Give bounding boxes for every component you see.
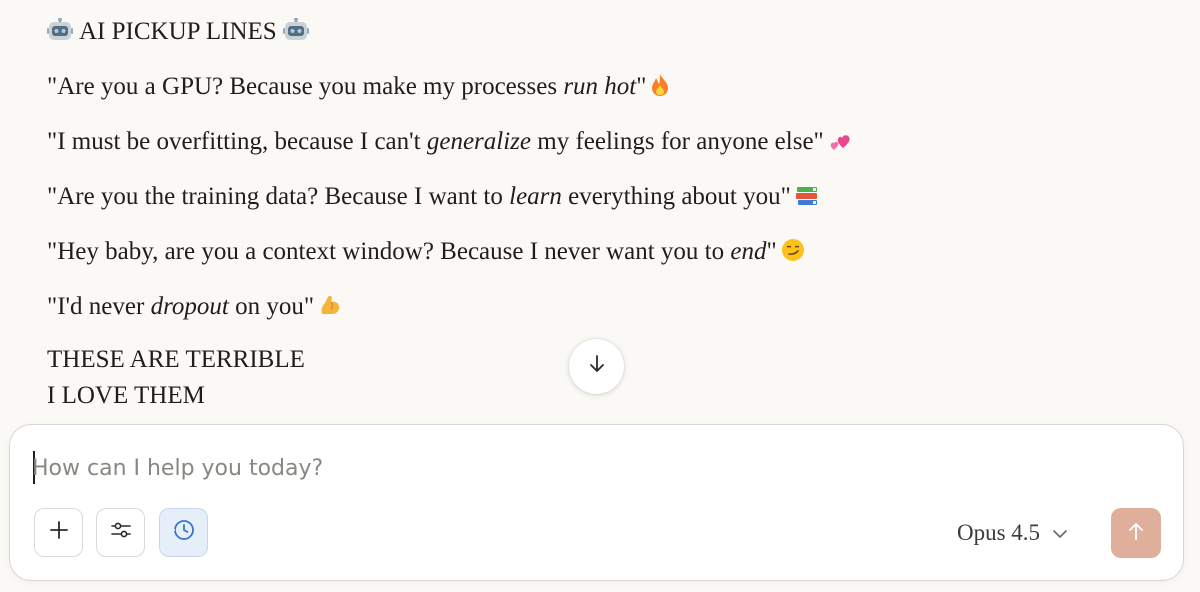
robot-face-icon bbox=[282, 17, 309, 53]
line-text: my feelings for anyone else" bbox=[531, 128, 824, 155]
message-input[interactable] bbox=[32, 451, 1072, 485]
arrow-up-icon bbox=[1125, 520, 1147, 547]
line-text: "Are you the training data? Because I wa… bbox=[47, 183, 510, 210]
flexed-biceps-icon bbox=[318, 292, 342, 328]
settings-button[interactable] bbox=[96, 508, 145, 557]
model-selector[interactable]: Opus 4.5 bbox=[957, 515, 1068, 551]
smirking-face-icon bbox=[781, 237, 805, 273]
pickup-line: "I'd never dropout on you" bbox=[47, 289, 1147, 328]
pickup-line: "Are you a GPU? Because you make my proc… bbox=[47, 69, 1147, 108]
line-text: "Hey baby, are you a context window? Bec… bbox=[47, 238, 731, 265]
line-emphasis: learn bbox=[509, 183, 562, 210]
line-text: "Are you a GPU? Because you make my proc… bbox=[47, 73, 564, 100]
line-emphasis: end bbox=[730, 238, 767, 265]
robot-face-icon bbox=[47, 17, 73, 53]
pickup-line: "Are you the training data? Because I wa… bbox=[47, 179, 1147, 218]
clock-icon bbox=[172, 518, 196, 547]
pickup-line: "I must be overfitting, because I can't … bbox=[47, 124, 1147, 163]
line-emphasis: run hot bbox=[563, 73, 637, 100]
line-emphasis: generalize bbox=[426, 128, 531, 155]
line-text: "I must be overfitting, because I can't bbox=[47, 128, 427, 155]
conversation-title: AI PICKUP LINES bbox=[79, 18, 277, 45]
two-hearts-icon bbox=[828, 127, 852, 163]
scroll-to-bottom-button[interactable] bbox=[569, 339, 624, 394]
chevron-down-icon bbox=[1052, 520, 1068, 546]
send-button[interactable] bbox=[1111, 508, 1161, 558]
sliders-icon bbox=[110, 520, 132, 545]
line-text: " bbox=[636, 73, 647, 100]
history-button[interactable] bbox=[159, 508, 208, 557]
model-name: Opus 4.5 bbox=[957, 520, 1041, 545]
books-icon bbox=[795, 182, 819, 218]
plus-icon bbox=[49, 520, 69, 545]
line-text: on you" bbox=[228, 293, 315, 320]
line-text: " bbox=[766, 238, 777, 265]
line-text: "I'd never bbox=[47, 293, 151, 320]
arrow-down-icon bbox=[586, 353, 608, 380]
message-composer: Opus 4.5 bbox=[9, 424, 1184, 581]
add-button[interactable] bbox=[34, 508, 83, 557]
line-emphasis: dropout bbox=[150, 293, 229, 320]
title-line: AI PICKUP LINES bbox=[47, 14, 1147, 53]
line-text: everything about you" bbox=[561, 183, 791, 210]
pickup-line: "Hey baby, are you a context window? Bec… bbox=[47, 234, 1147, 273]
fire-icon bbox=[650, 72, 670, 108]
